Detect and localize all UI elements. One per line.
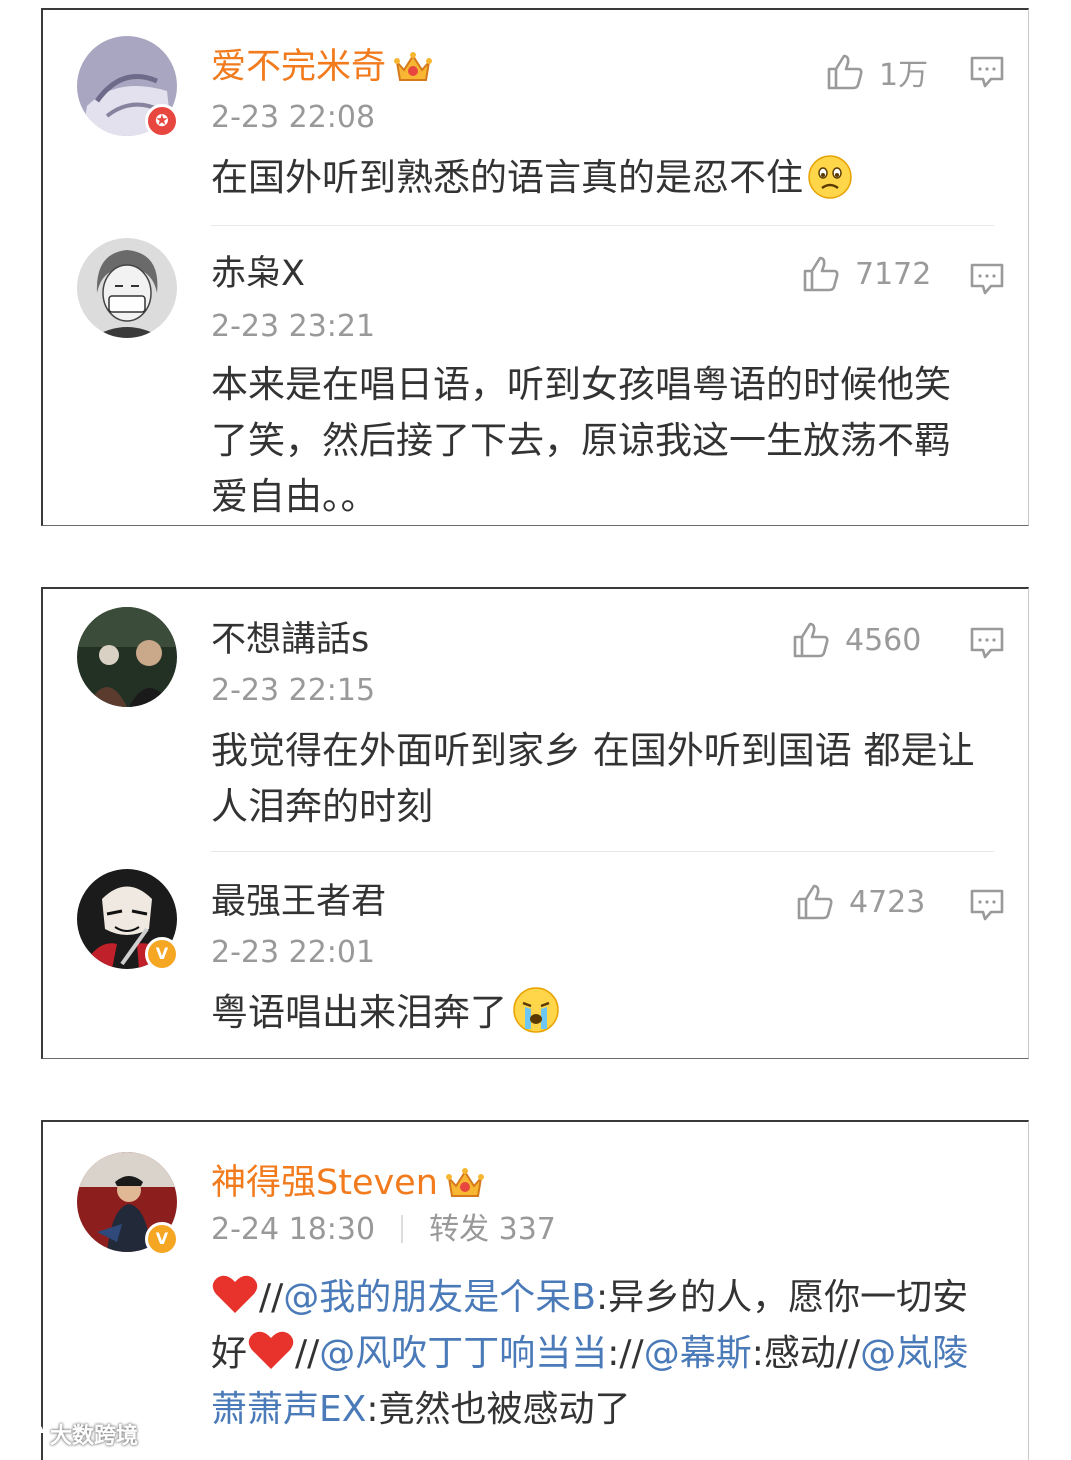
username[interactable]: 赤枭X: [211, 253, 305, 295]
comment-time: 2-23 22:15: [211, 673, 376, 708]
mention-link[interactable]: @风吹丁丁响当当: [319, 1333, 607, 1374]
heart-icon: [212, 1275, 258, 1313]
like-button[interactable]: 7172: [801, 255, 931, 293]
username[interactable]: 神得强Steven: [211, 1162, 484, 1204]
avatar[interactable]: [77, 607, 177, 707]
verified-badge-icon: V: [145, 1222, 179, 1256]
comment-text: 我觉得在外面听到家乡 在国外听到国语 都是让人泪奔的时刻: [211, 729, 975, 828]
sad-emoji-icon: [808, 155, 852, 199]
repost-card: V 神得强Steven 2-24 18:30 转发 337 //@我的朋友是个呆B…: [41, 1120, 1029, 1460]
comment-text: 粤语唱出来泪奔了: [211, 985, 1001, 1041]
comment-icon[interactable]: [969, 261, 1005, 297]
like-button[interactable]: 4560: [791, 621, 921, 659]
comment-icon[interactable]: [969, 625, 1005, 661]
comment-item: 不想講話s 2-23 22:15 4560 我觉得在外面听到家乡 在国外听到国语…: [43, 589, 1028, 851]
repost-meta: 2-24 18:30 转发 337: [211, 1212, 556, 1248]
like-icon: [797, 884, 833, 920]
repost-time: 2-24 18:30: [211, 1212, 376, 1247]
avatar[interactable]: [77, 238, 177, 338]
like-count: 4560: [845, 622, 922, 658]
username[interactable]: 不想講話s: [211, 619, 369, 661]
like-icon: [803, 256, 839, 292]
verified-badge-icon: V: [145, 937, 179, 971]
like-button[interactable]: 1万: [825, 50, 928, 94]
crying-emoji-icon: [513, 987, 559, 1033]
like-icon: [827, 54, 863, 90]
like-button[interactable]: 4723: [795, 883, 925, 921]
comment-item: ✪ 爱不完米奇 2-23 22:08 1万 在国外听到熟悉的语言真的是忍不住: [43, 10, 1028, 225]
username[interactable]: 最强王者君: [211, 881, 386, 923]
comment-time: 2-23 23:21: [211, 309, 376, 344]
comment-card-1: ✪ 爱不完米奇 2-23 22:08 1万 在国外听到熟悉的语言真的是忍不住 赤…: [41, 8, 1029, 526]
like-count: 7172: [855, 256, 932, 292]
like-icon: [793, 622, 829, 658]
like-count: 1万: [879, 58, 929, 93]
repost-count: 转发 337: [429, 1212, 556, 1247]
repost-text: //@我的朋友是个呆B:异乡的人，愿你一切安好//@风吹丁丁响当当://@幕斯:…: [211, 1270, 981, 1438]
watermark: 大数跨境: [8, 1418, 138, 1450]
comment-card-2: 不想講話s 2-23 22:15 4560 我觉得在外面听到家乡 在国外听到国语…: [41, 587, 1029, 1059]
comment-time: 2-23 22:01: [211, 935, 376, 970]
weibo-logo-icon: [8, 1423, 44, 1447]
comment-icon[interactable]: [969, 887, 1005, 923]
comment-item: V 最强王者君 2-23 22:01 4723 粤语唱出来泪奔了: [43, 851, 1028, 1059]
like-count: 4723: [849, 884, 926, 920]
comment-icon[interactable]: [969, 54, 1005, 90]
mention-link[interactable]: @我的朋友是个呆B: [283, 1277, 596, 1318]
separator: [401, 1215, 404, 1243]
username[interactable]: 爱不完米奇: [211, 46, 433, 88]
heart-icon: [248, 1331, 294, 1369]
comment-time: 2-23 22:08: [211, 100, 376, 135]
comment-item: 赤枭X 2-23 23:21 7172 本来是在唱日语，听到女孩唱粤语的时候他笑…: [43, 225, 1028, 525]
verified-badge-icon: ✪: [145, 104, 179, 138]
crown-icon: [445, 1168, 484, 1197]
crown-icon: [394, 52, 433, 81]
comment-text: 本来是在唱日语，听到女孩唱粤语的时候他笑了笑，然后接了下去，原谅我这一生放荡不羁…: [211, 363, 951, 518]
comment-text: 在国外听到熟悉的语言真的是忍不住: [211, 150, 1001, 206]
mention-link[interactable]: @幕斯: [644, 1333, 752, 1374]
